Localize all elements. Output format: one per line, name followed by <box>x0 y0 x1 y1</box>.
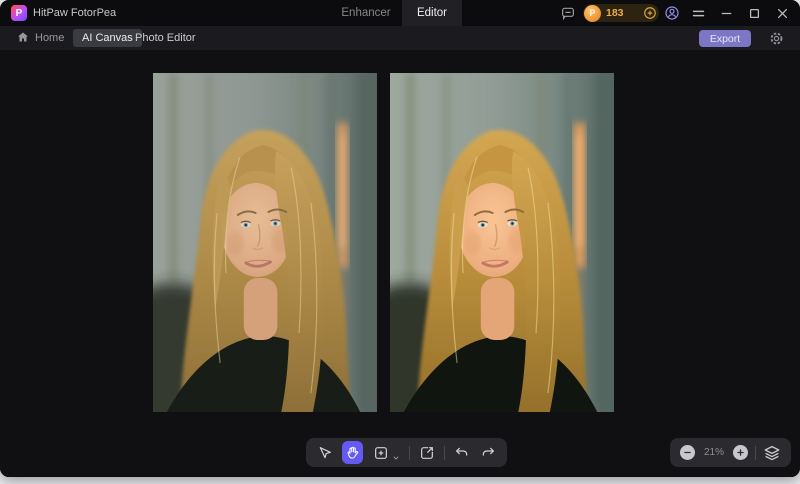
tab-photo-editor[interactable]: Photo Editor <box>126 29 205 47</box>
coin-icon: P <box>584 4 601 22</box>
canvas-toolbar <box>306 438 507 467</box>
settings-gear-icon[interactable] <box>768 30 785 47</box>
redo-icon[interactable] <box>480 444 496 462</box>
nav-home-label: Home <box>35 32 65 44</box>
zoom-level: 21% <box>703 447 724 458</box>
toolbar-divider <box>444 445 446 460</box>
account-icon[interactable] <box>664 5 680 21</box>
image-before[interactable] <box>153 73 377 412</box>
editor-canvas[interactable]: 21% <box>0 50 800 477</box>
tab-editor[interactable]: Editor <box>402 0 462 26</box>
close-icon[interactable] <box>774 5 791 22</box>
hand-tool-icon[interactable] <box>342 441 364 464</box>
feedback-icon[interactable] <box>560 5 576 21</box>
toolbar-divider <box>755 445 756 460</box>
menu-icon[interactable] <box>690 5 707 22</box>
credits-pill[interactable]: P 183 <box>583 4 659 22</box>
app-logo-icon: P <box>11 5 27 21</box>
home-icon <box>17 31 29 46</box>
replace-image-tool-icon[interactable] <box>419 444 435 462</box>
zoom-in-button[interactable] <box>733 445 748 460</box>
undo-icon[interactable] <box>454 444 470 462</box>
select-tool-icon[interactable] <box>317 444 333 462</box>
tab-enhancer[interactable]: Enhancer <box>330 0 402 26</box>
layers-icon[interactable] <box>763 444 781 462</box>
image-after[interactable] <box>390 73 614 412</box>
app-window: P HitPaw FotorPea Enhancer Editor P 183 <box>0 0 800 477</box>
maximize-icon[interactable] <box>746 5 763 22</box>
add-icon <box>372 444 390 462</box>
zoom-out-button[interactable] <box>680 445 695 460</box>
minimize-icon[interactable] <box>718 5 735 22</box>
zoom-controls: 21% <box>670 438 791 467</box>
nav-bar: Home AI Canvas Photo Editor Export <box>0 26 800 50</box>
app-title: HitPaw FotorPea <box>33 7 117 19</box>
chevron-down-icon <box>392 449 400 460</box>
credits-count: 183 <box>606 7 624 19</box>
add-credits-icon[interactable] <box>643 6 657 20</box>
toolbar-divider <box>409 445 411 460</box>
export-button[interactable]: Export <box>699 30 751 47</box>
nav-home[interactable]: Home <box>17 26 64 50</box>
add-element-tool[interactable] <box>372 444 400 462</box>
title-bar: P HitPaw FotorPea Enhancer Editor P 183 <box>0 0 800 26</box>
